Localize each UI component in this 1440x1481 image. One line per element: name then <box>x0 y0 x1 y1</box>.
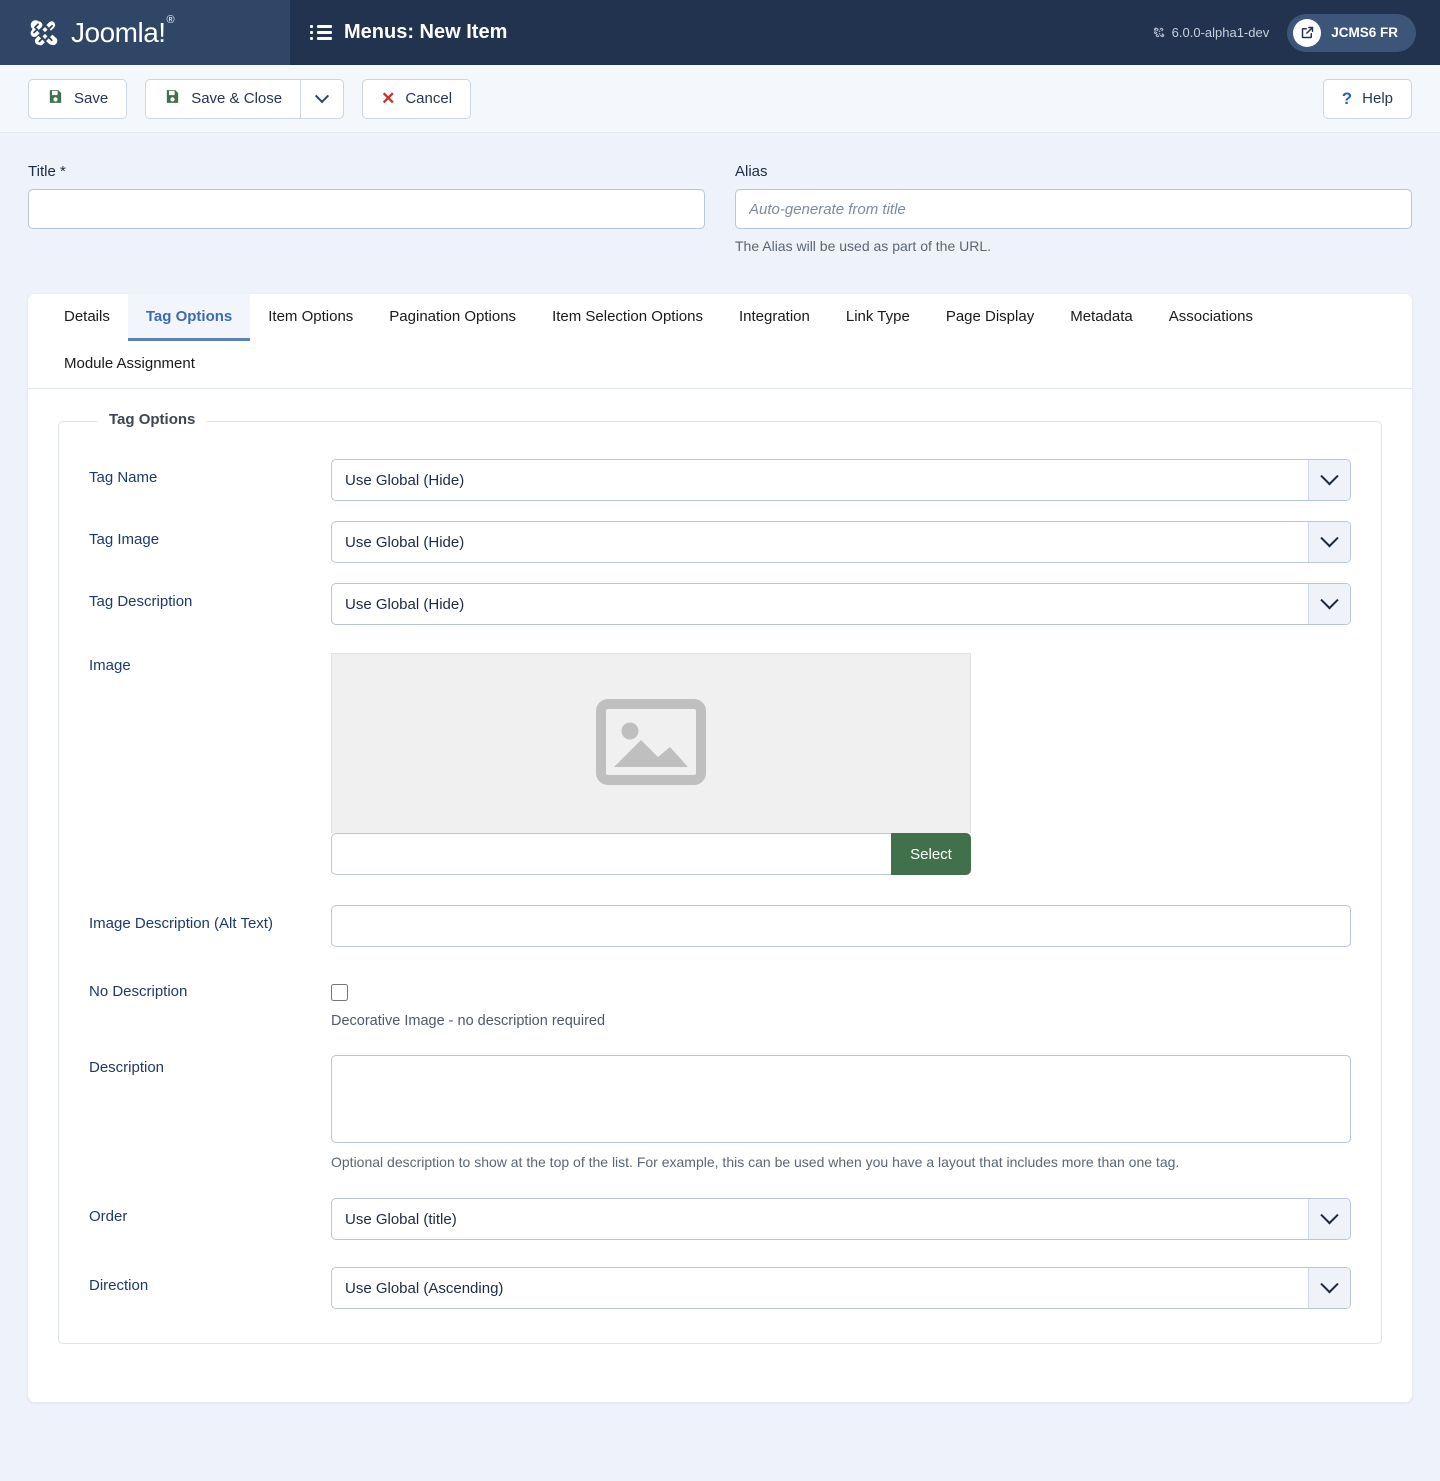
tab-details[interactable]: Details <box>46 294 128 341</box>
tag-image-select-value: Use Global (Hide) <box>331 521 1351 563</box>
image-path-input[interactable] <box>331 833 891 875</box>
cancel-button-label: Cancel <box>405 90 453 107</box>
image-path-row: Select <box>331 833 971 875</box>
save-options-dropdown-button[interactable] <box>300 78 345 119</box>
toolbar: Save Save & Close ✕ Cancel ? Help <box>0 65 1440 133</box>
floppy-disk-icon <box>164 88 181 109</box>
tab-pagination-options[interactable]: Pagination Options <box>371 294 534 341</box>
site-button-label: JCMS6 FR <box>1331 25 1398 40</box>
tab-metadata[interactable]: Metadata <box>1052 294 1151 341</box>
tab-bar: Details Tag Options Item Options Paginat… <box>28 294 1412 389</box>
tab-link-type[interactable]: Link Type <box>828 294 928 341</box>
edit-panel: Details Tag Options Item Options Paginat… <box>28 294 1412 1402</box>
no-description-checkbox[interactable] <box>331 984 348 1001</box>
tag-image-label: Tag Image <box>89 531 160 548</box>
save-close-group: Save & Close <box>145 78 345 119</box>
description-note: Optional description to show at the top … <box>331 1154 1180 1170</box>
joomla-mark-icon <box>1153 27 1164 38</box>
version-label: 6.0.0-alpha1-dev <box>1153 25 1270 40</box>
tab-tag-options[interactable]: Tag Options <box>127 294 251 341</box>
image-label: Image <box>89 657 131 674</box>
image-alt-label: Image Description (Alt Text) <box>89 915 273 932</box>
version-text: 6.0.0-alpha1-dev <box>1171 25 1270 40</box>
chevron-down-icon <box>1308 1199 1350 1239</box>
tag-description-select[interactable]: Use Global (Hide) <box>331 583 1351 625</box>
row-tag-image: Tag Image Use Global (Hide) <box>89 521 1351 563</box>
description-label: Description <box>89 1059 165 1076</box>
save-close-button[interactable]: Save & Close <box>145 78 301 119</box>
tag-name-select[interactable]: Use Global (Hide) <box>331 459 1351 501</box>
save-close-button-label: Save & Close <box>191 90 283 107</box>
page-title: Menus: New Item <box>344 21 508 43</box>
alias-label: Alias <box>735 163 768 180</box>
no-description-label: No Description <box>89 983 188 1000</box>
visit-site-button[interactable]: JCMS6 FR <box>1287 13 1416 52</box>
tab-page-display[interactable]: Page Display <box>928 294 1052 341</box>
joomla-logo-icon <box>28 16 62 50</box>
list-icon <box>310 25 332 40</box>
brand-area[interactable]: Joomla! ® <box>0 0 290 65</box>
tab-integration[interactable]: Integration <box>721 294 828 341</box>
app-header: Joomla! ® Menus: New Item 6.0.0-alpha1-d… <box>0 0 1440 65</box>
direction-label: Direction <box>89 1277 149 1294</box>
close-x-icon: ✕ <box>381 89 396 108</box>
chevron-down-icon <box>315 88 330 103</box>
tag-image-select[interactable]: Use Global (Hide) <box>331 521 1351 563</box>
tab-associations[interactable]: Associations <box>1151 294 1271 341</box>
title-alias-row: Title * Alias The Alias will be used as … <box>28 133 1412 254</box>
alias-field-group: Alias The Alias will be used as part of … <box>735 163 1412 254</box>
title-label: Title * <box>28 163 66 180</box>
row-description: Description Optional description to show… <box>89 1055 1351 1170</box>
help-button-label: Help <box>1362 90 1393 107</box>
row-no-description: No Description Decorative Image - no des… <box>89 973 1351 1029</box>
image-preview[interactable] <box>331 653 971 833</box>
page-body: Title * Alias The Alias will be used as … <box>0 133 1440 1402</box>
chevron-down-icon <box>1308 522 1350 562</box>
direction-select-value: Use Global (Ascending) <box>331 1267 1351 1309</box>
row-tag-name: Tag Name Use Global (Hide) <box>89 459 1351 501</box>
tag-description-label: Tag Description <box>89 593 193 610</box>
title-input[interactable] <box>28 189 705 229</box>
no-description-note: Decorative Image - no description requir… <box>331 1013 606 1029</box>
direction-select[interactable]: Use Global (Ascending) <box>331 1267 1351 1309</box>
tag-description-select-value: Use Global (Hide) <box>331 583 1351 625</box>
external-link-icon <box>1293 18 1322 47</box>
header-bar: Menus: New Item 6.0.0-alpha1-dev JCMS6 F… <box>290 0 1440 65</box>
tab-module-assignment[interactable]: Module Assignment <box>46 341 213 388</box>
save-button[interactable]: Save <box>28 78 128 119</box>
help-button[interactable]: ? Help <box>1322 78 1412 119</box>
save-button-label: Save <box>74 90 109 107</box>
row-order: Order Use Global (title) <box>89 1198 1351 1240</box>
order-label: Order <box>89 1208 128 1225</box>
description-textarea[interactable] <box>331 1055 1351 1143</box>
row-image: Image Select <box>89 653 1351 875</box>
row-image-alt: Image Description (Alt Text) <box>89 905 1351 947</box>
row-tag-description: Tag Description Use Global (Hide) <box>89 583 1351 625</box>
brand-trademark: ® <box>166 14 175 26</box>
order-select-value: Use Global (title) <box>331 1198 1351 1240</box>
tab-item-selection-options[interactable]: Item Selection Options <box>534 294 721 341</box>
title-field-group: Title * <box>28 163 705 254</box>
order-select[interactable]: Use Global (title) <box>331 1198 1351 1240</box>
chevron-down-icon <box>1308 584 1350 624</box>
tag-options-fieldset: Tag Options Tag Name Use Global (Hide) T… <box>58 411 1382 1344</box>
chevron-down-icon <box>1308 460 1350 500</box>
image-select-button[interactable]: Select <box>891 833 971 875</box>
alias-input[interactable] <box>735 189 1412 229</box>
tag-name-select-value: Use Global (Hide) <box>331 459 1351 501</box>
tag-name-label: Tag Name <box>89 469 158 486</box>
question-mark-icon: ? <box>1341 88 1353 108</box>
cancel-button[interactable]: ✕ Cancel <box>362 78 472 119</box>
fieldset-legend: Tag Options <box>97 411 208 428</box>
image-placeholder-icon <box>596 698 706 789</box>
image-alt-input[interactable] <box>331 905 1351 947</box>
floppy-disk-icon <box>47 88 64 109</box>
brand-name: Joomla! <box>71 16 166 48</box>
alias-helper-text: The Alias will be used as part of the UR… <box>735 238 992 254</box>
chevron-down-icon <box>1308 1268 1350 1308</box>
row-direction: Direction Use Global (Ascending) <box>89 1267 1351 1309</box>
tab-item-options[interactable]: Item Options <box>250 294 371 341</box>
